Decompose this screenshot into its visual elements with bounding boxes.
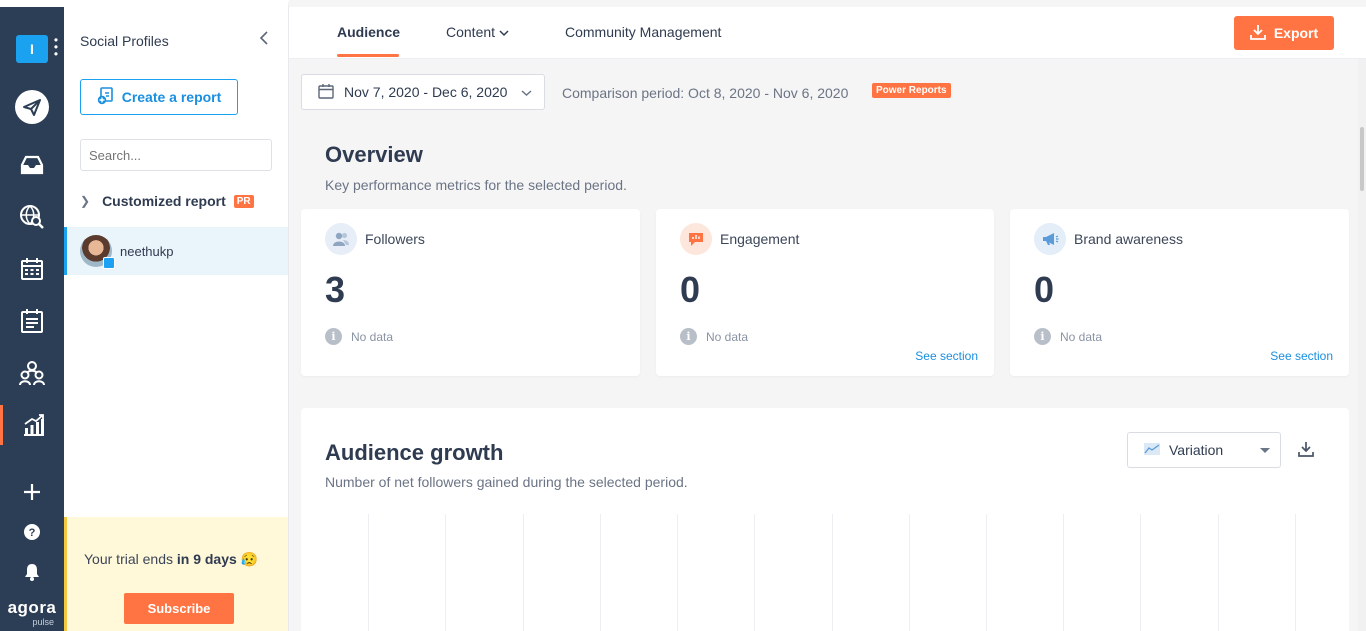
agorapulse-logo: agora pulse — [7, 598, 57, 628]
metric-select-value: Variation — [1169, 442, 1224, 458]
chart-gridline — [986, 514, 987, 631]
svg-text:?: ? — [29, 527, 36, 539]
workspace-menu-icon[interactable]: • • • — [53, 34, 59, 60]
tab-content[interactable]: Content — [446, 24, 509, 40]
profiles-panel: Social Profiles Create a report ❯ Custom… — [64, 0, 289, 631]
caret-down-icon — [1260, 448, 1270, 453]
engagement-card: Engagement 0 i No data See section — [656, 209, 994, 376]
engagement-icon — [680, 223, 712, 255]
pr-badge: PR — [233, 194, 254, 208]
chevron-right-icon: ❯ — [80, 194, 91, 208]
subscribe-button[interactable]: Subscribe — [124, 593, 234, 624]
growth-subtitle: Number of net followers gained during th… — [325, 474, 688, 490]
customized-report-toggle[interactable]: ❯ Customized report PR — [80, 193, 254, 209]
export-label: Export — [1273, 25, 1319, 41]
overview-title: Overview — [325, 142, 423, 167]
team-icon[interactable] — [0, 353, 64, 393]
chart-gridline — [754, 514, 755, 631]
growth-title: Audience growth — [325, 440, 504, 465]
notifications-bell-icon[interactable] — [0, 552, 64, 592]
no-data-note: i No data — [325, 328, 393, 345]
date-range-value: Nov 7, 2020 - Dec 6, 2020 — [344, 84, 508, 100]
panel-title: Social Profiles — [80, 33, 169, 49]
chart-gridline — [1218, 514, 1219, 631]
report-add-icon — [97, 86, 115, 108]
sad-emoji-icon: 😥 — [240, 551, 259, 567]
inbox-icon[interactable] — [0, 145, 64, 185]
chart-gridline — [832, 514, 833, 631]
trial-message: Your trial ends in 9 days 😥 — [84, 551, 259, 567]
schedule-list-icon[interactable] — [0, 301, 64, 341]
listening-icon[interactable] — [0, 197, 64, 237]
chevron-down-icon — [521, 84, 532, 100]
info-icon: i — [680, 328, 697, 345]
card-label: Brand awareness — [1074, 231, 1183, 247]
metric-select[interactable]: Variation — [1127, 432, 1281, 468]
chart-gridline — [909, 514, 910, 631]
date-range-picker[interactable]: Nov 7, 2020 - Dec 6, 2020 — [301, 74, 545, 110]
active-tab-indicator — [337, 54, 399, 57]
workspace-logo[interactable]: I — [16, 35, 48, 63]
collapse-panel-icon[interactable] — [256, 29, 272, 47]
see-section-link[interactable]: See section — [1270, 349, 1333, 363]
reports-icon[interactable] — [0, 405, 64, 445]
chart-gridline — [677, 514, 678, 631]
trial-days: in 9 days — [176, 551, 237, 567]
card-value: 0 — [680, 269, 701, 310]
create-report-button[interactable]: Create a report — [80, 79, 238, 115]
download-icon — [1249, 24, 1266, 43]
chart-gridline — [600, 514, 601, 631]
chart-gridline — [368, 514, 369, 631]
search-input[interactable] — [80, 139, 272, 171]
card-value: 3 — [325, 269, 346, 310]
followers-card: Followers 3 i No data — [301, 209, 640, 376]
comparison-period: Comparison period: Oct 8, 2020 - Nov 6, … — [562, 85, 849, 101]
megaphone-icon — [1034, 223, 1066, 255]
no-data-note: i No data — [680, 328, 748, 345]
icon-rail: I • • • ? agora pulse — [0, 0, 64, 631]
tab-audience[interactable]: Audience — [337, 24, 400, 40]
see-section-link[interactable]: See section — [915, 349, 978, 363]
info-icon: i — [325, 328, 342, 345]
create-report-label: Create a report — [121, 89, 222, 105]
twitter-icon — [103, 257, 115, 269]
download-chart-icon[interactable] — [1297, 440, 1315, 463]
add-icon[interactable] — [0, 472, 64, 512]
card-label: Followers — [365, 231, 425, 247]
calendar-icon — [318, 83, 334, 102]
trial-banner: Your trial ends in 9 days 😥 Subscribe — [64, 517, 288, 631]
tab-community-management[interactable]: Community Management — [565, 24, 721, 40]
top-navigation: Audience Content Community Management Ex… — [289, 7, 1366, 59]
help-icon[interactable]: ? — [0, 512, 64, 552]
power-reports-badge: Power Reports — [872, 83, 951, 98]
followers-icon — [325, 223, 357, 255]
customized-report-label: Customized report — [102, 193, 226, 209]
chart-gridline — [1063, 514, 1064, 631]
card-label: Engagement — [720, 231, 800, 247]
scrollbar-thumb[interactable] — [1360, 127, 1364, 191]
calendar-icon[interactable] — [0, 249, 64, 289]
card-value: 0 — [1034, 269, 1055, 310]
publish-icon[interactable] — [0, 87, 64, 127]
chart-gridline — [445, 514, 446, 631]
brand-awareness-card: Brand awareness 0 i No data See section — [1010, 209, 1349, 376]
profile-item[interactable]: neethukp — [64, 227, 288, 275]
chart-gridline — [523, 514, 524, 631]
export-button[interactable]: Export — [1234, 16, 1334, 50]
no-data-note: i No data — [1034, 328, 1102, 345]
info-icon: i — [1034, 328, 1051, 345]
chevron-down-icon — [499, 24, 509, 40]
overview-subtitle: Key performance metrics for the selected… — [325, 177, 627, 193]
area-chart-icon — [1144, 442, 1160, 458]
avatar — [80, 235, 115, 269]
profile-name: neethukp — [120, 243, 174, 259]
page-scrollbar[interactable] — [1358, 59, 1366, 631]
chart-gridline — [1295, 514, 1296, 631]
chart-gridline — [1140, 514, 1141, 631]
audience-growth-section: Audience growth Number of net followers … — [301, 408, 1349, 631]
